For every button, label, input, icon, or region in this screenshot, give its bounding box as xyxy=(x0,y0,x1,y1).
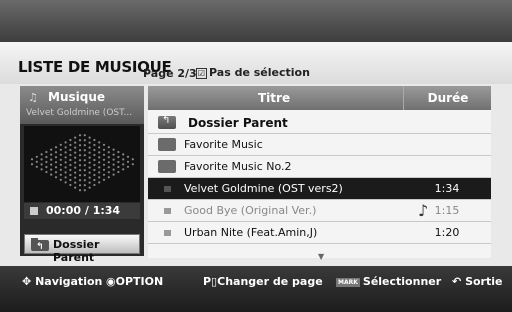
checkbox-icon: ☑ xyxy=(196,67,207,79)
audio-visualizer xyxy=(24,126,140,202)
column-title: Titre xyxy=(258,91,291,105)
now-playing-track: Velvet Goldmine (OST... xyxy=(26,108,133,118)
folder-up-icon: ↰ xyxy=(31,238,49,254)
playback-time-text: 00:00 / 1:34 xyxy=(46,204,121,217)
list-item-label: Favorite Music xyxy=(184,138,263,151)
page-change-label: Changer de page xyxy=(217,275,323,288)
footer-bar: ✥ Navigation ◉OPTION P▯Changer de page M… xyxy=(0,266,512,312)
now-playing-title: Musique xyxy=(48,90,106,104)
navigation-hint: ✥ Navigation xyxy=(22,275,102,288)
exit-hint: ↶ Sortie xyxy=(452,275,502,288)
list-item[interactable]: Favorite Music No.2 xyxy=(148,156,491,178)
selection-status-text: Pas de sélection xyxy=(209,66,310,79)
dpad-icon: ✥ xyxy=(22,275,32,288)
page-change-hint: P▯Changer de page xyxy=(203,275,323,288)
selection-status: ☑ Pas de sélection xyxy=(196,66,310,79)
folder-icon xyxy=(158,160,176,173)
navigation-label: Navigation xyxy=(35,275,103,288)
now-playing-header: ♫ Musique Velvet Goldmine (OST... xyxy=(20,86,144,124)
option-label: OPTION xyxy=(115,275,164,288)
music-list: Titre Durée Dossier Parent Favorite Music… xyxy=(148,86,491,261)
list-item-duration: 1:34 xyxy=(434,182,460,195)
now-playing-panel: ♫ Musique Velvet Goldmine (OST... 00:00 … xyxy=(20,86,144,264)
scroll-down-icon[interactable]: ▼ xyxy=(318,252,324,261)
page-key-icon: P▯ xyxy=(203,275,218,288)
list-item[interactable]: Dossier Parent xyxy=(148,112,491,134)
stop-icon xyxy=(30,207,38,215)
music-file-icon xyxy=(164,186,171,192)
top-band xyxy=(0,0,512,42)
list-item-label: Good Bye (Original Ver.) xyxy=(184,204,317,217)
list-item[interactable]: Velvet Goldmine (OST vers2) 1:34 xyxy=(148,178,491,200)
music-icon: ♫ xyxy=(28,91,38,104)
music-file-icon xyxy=(164,230,171,236)
list-item[interactable]: Urban Nite (Feat.Amin,J) 1:20 xyxy=(148,222,491,244)
folder-up-icon xyxy=(158,115,176,129)
visualizer-icon xyxy=(30,134,134,192)
option-hint: ◉OPTION xyxy=(106,275,163,288)
playback-time: 00:00 / 1:34 xyxy=(24,203,140,219)
list-item-label: Favorite Music No.2 xyxy=(184,160,292,173)
list-item[interactable]: Good Bye (Original Ver.) ♪ 1:15 xyxy=(148,200,491,222)
select-hint: MARK Sélectionner xyxy=(336,275,441,288)
mark-key-icon: MARK xyxy=(336,277,360,287)
exit-icon: ↶ xyxy=(452,275,462,288)
list-item[interactable]: Favorite Music xyxy=(148,134,491,156)
exit-label: Sortie xyxy=(465,275,503,288)
parent-folder-button-label: Dossier Parent xyxy=(53,238,100,264)
list-item-label: Velvet Goldmine (OST vers2) xyxy=(184,182,343,195)
parent-folder-button[interactable]: ↰ Dossier Parent xyxy=(24,234,140,264)
svg-text:↰: ↰ xyxy=(36,242,44,251)
list-item-label: Urban Nite (Feat.Amin,J) xyxy=(184,226,318,239)
music-file-icon xyxy=(164,208,171,214)
list-item-duration: 1:20 xyxy=(434,226,460,239)
list-item-duration: 1:15 xyxy=(434,204,460,217)
select-label: Sélectionner xyxy=(362,275,442,288)
list-header: Titre Durée xyxy=(148,86,491,110)
column-duration: Durée xyxy=(403,86,492,110)
folder-icon xyxy=(158,138,176,151)
page-indicator: Page 2/3 xyxy=(143,67,197,80)
list-item-label: Dossier Parent xyxy=(188,116,288,130)
option-dot-icon: ◉ xyxy=(106,275,116,288)
